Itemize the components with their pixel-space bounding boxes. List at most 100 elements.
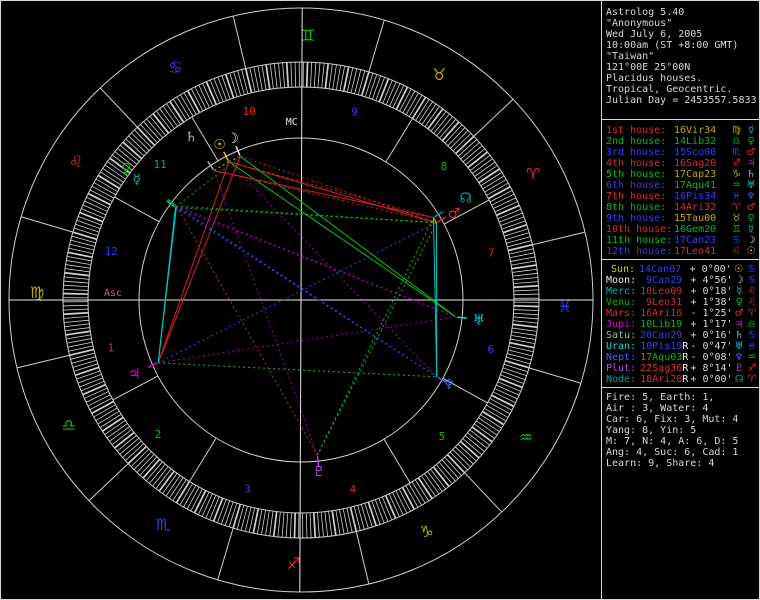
chart-coords: 121°00E 25°00N bbox=[606, 62, 691, 73]
ruler-glyph: ♅ bbox=[746, 180, 756, 191]
planet-position: 16Ari16 bbox=[640, 308, 683, 319]
planet-latitude: - 1°25' bbox=[690, 308, 733, 319]
sign-glyph-scorpio: ♏ bbox=[156, 515, 170, 534]
sign-glyph: ♒ bbox=[747, 352, 757, 363]
ruler-glyph: ♄ bbox=[746, 169, 756, 180]
angle-labels: MC Asc bbox=[104, 117, 305, 304]
planet-row: Venu: 9Leo31 + 1°38' ♀ ♌ bbox=[606, 297, 758, 308]
planet-row: Sun: 14Can07 + 0°00' ☉ ♋ bbox=[606, 264, 758, 275]
planet-latitude: + 4°56' bbox=[690, 275, 733, 286]
ruler-glyph: ♃ bbox=[746, 158, 756, 169]
sign-glyph: ♓ bbox=[732, 191, 741, 202]
sign-glyph-sagittarius: ♐ bbox=[287, 554, 301, 573]
ruler-glyph: ♆ bbox=[746, 191, 756, 202]
planet-latitude: + 0°16' bbox=[690, 330, 733, 341]
house-number-12: 12 bbox=[105, 245, 118, 258]
planet-latitude: - 0°47' bbox=[690, 341, 733, 352]
sign-glyph: ♉ bbox=[732, 213, 741, 224]
summary-line: Yang: 8, Yin: 5 bbox=[606, 425, 697, 436]
summary-line: Learn: 9, Share: 4 bbox=[606, 458, 715, 469]
retrograde-flag: R bbox=[682, 352, 689, 363]
sign-glyph: ♈ bbox=[732, 202, 741, 213]
divider bbox=[602, 119, 759, 120]
sign-glyph-libra: ♎ bbox=[62, 416, 76, 435]
ruler-glyph: ☿ bbox=[747, 224, 755, 235]
house-cusp-value: 14Ari32 bbox=[674, 202, 717, 213]
ruler-glyph: ♂ bbox=[746, 202, 756, 213]
planet-row: Jupi: 10Lib19 + 1°17' ♃ ♎ bbox=[606, 319, 758, 330]
house-cusp-value: 16Sag20 bbox=[674, 158, 717, 169]
planet-row: Plut: 22Sag36 R + 8°14' ♇ ♐ bbox=[606, 363, 758, 374]
sign-glyph: ♋ bbox=[747, 330, 757, 341]
planet-glyph-uranus: ♅ bbox=[473, 312, 486, 328]
planet-glyph: ☊ bbox=[734, 374, 744, 385]
planet-position: 10Lib19 bbox=[640, 319, 683, 330]
chart-date: Wed July 6, 2005 bbox=[606, 29, 703, 40]
planet-latitude: + 1°17' bbox=[690, 319, 733, 330]
planet-glyph-node: ☊ bbox=[459, 190, 471, 206]
chart-time: 10:00am (ST +8:00 GMT) bbox=[606, 40, 739, 51]
planet-position: 14Can07 bbox=[639, 264, 682, 275]
planet-glyph: ☽ bbox=[734, 275, 744, 286]
planet-row: Nept: 17Aqu03 R - 0°08' ♆ ♒ bbox=[606, 352, 758, 363]
julian-day: Julian Day = 2453557.5833 bbox=[606, 95, 757, 106]
house-label: 8th house: bbox=[606, 202, 667, 213]
planet-glyph-neptune: ♆ bbox=[443, 377, 456, 393]
house-row: 10th house: 16Gem20 ♊ ☿ bbox=[606, 224, 758, 235]
planet-position: 17Aqu03 bbox=[640, 352, 683, 363]
mc-label: MC bbox=[286, 117, 298, 128]
ruler-glyph: ♂ bbox=[746, 147, 756, 158]
zodiac-type: Tropical, Geocentric. bbox=[606, 84, 733, 95]
planet-label: Venu: bbox=[606, 297, 637, 308]
chart-place: "Taiwan" bbox=[606, 51, 655, 62]
house-row: 6th house: 17Aqu41 ♒ ♅ bbox=[606, 180, 758, 191]
house-cusp-value: 17Cap23 bbox=[674, 169, 717, 180]
planet-row: Moon: 9Can29 + 4°56' ☽ ♋ bbox=[606, 275, 758, 286]
sign-glyph: ♋ bbox=[732, 235, 741, 246]
sign-glyph-taurus: ♉ bbox=[432, 65, 446, 84]
planet-position: 22Sag36 bbox=[640, 363, 683, 374]
sign-glyph: ♐ bbox=[732, 158, 741, 169]
astrolog-window: ♈ ♉ ♊ ♋ ♌ ♍ ♎ ♏ ♐ ♑ ♒ ♓ 1 2 3 4 5 6 7 8 9 10 11 12 ☉ ☽ ☿ ♀ ♂ ♃ ♄ ♅ ♆ ♇ ☊ MC… bbox=[0, 0, 760, 600]
sign-glyph-capricorn: ♑ bbox=[420, 522, 434, 541]
sign-glyph: ♋ bbox=[747, 264, 757, 275]
planet-row: Node: 18Ari28 R + 0°00' ☊ ♈ bbox=[606, 374, 758, 385]
planet-row: Satu: 20Can29 + 0°16' ♄ ♋ bbox=[606, 330, 758, 341]
house-label: 10th house: bbox=[606, 224, 673, 235]
house-cusp-list: 1st house: 16Vir34 ♍ ☿ 2nd house: 14Lib32 ♎ ♀ 3r… bbox=[606, 125, 758, 257]
planet-latitude: - 0°08' bbox=[690, 352, 733, 363]
summary-line: Air : 3, Water: 4 bbox=[606, 403, 709, 414]
summary-line: Ang: 4, Suc: 6, Cad: 1 bbox=[606, 447, 739, 458]
house-cusp-value: 16Gem20 bbox=[674, 224, 717, 235]
planet-glyph: ♀ bbox=[735, 297, 743, 308]
planet-latitude: + 0°00' bbox=[690, 374, 733, 385]
summary-line: M: 7, N: 4, A: 6, D: 5 bbox=[606, 436, 739, 447]
planet-glyph: ☉ bbox=[734, 264, 743, 275]
divider bbox=[602, 387, 759, 388]
planet-list: Sun: 14Can07 + 0°00' ☉ ♋ Moon: 9Can29 + 4°56' ☽… bbox=[606, 264, 758, 385]
house-number-3: 3 bbox=[244, 483, 251, 496]
house-system: Placidus houses. bbox=[606, 73, 703, 84]
ruler-glyph: ☽ bbox=[746, 235, 756, 246]
house-label: 6th house: bbox=[606, 180, 667, 191]
house-number-5: 5 bbox=[439, 430, 446, 443]
house-row: 2nd house: 14Lib32 ♎ ♀ bbox=[606, 136, 758, 147]
house-cusp-value: 14Lib32 bbox=[674, 136, 717, 147]
summary-line: Fire: 5, Earth: 1, bbox=[606, 392, 715, 403]
planet-glyph-venus: ♀ bbox=[121, 161, 131, 177]
house-number-10: 10 bbox=[243, 105, 256, 118]
house-cusp-value: 17Aqu41 bbox=[674, 180, 717, 191]
planet-glyph-jupiter: ♃ bbox=[128, 366, 141, 382]
planet-label: Mars: bbox=[606, 308, 637, 319]
planet-label: Nept: bbox=[606, 352, 637, 363]
planet-latitude: + 0°18' bbox=[690, 286, 733, 297]
house-row: 8th house: 14Ari32 ♈ ♂ bbox=[606, 202, 758, 213]
house-row: 12th house: 17Leo41 ♌ ☉ bbox=[606, 246, 758, 257]
sign-glyph: ♌ bbox=[732, 246, 741, 257]
house-cusp-value: 16Pis34 bbox=[674, 191, 717, 202]
house-label: 12th house: bbox=[606, 246, 673, 257]
sign-glyph: ♐ bbox=[747, 363, 757, 374]
info-sidebar: Astrolog 5.40 "Anonymous" Wed July 6, 20… bbox=[601, 1, 759, 599]
house-cusp-value: 15Tau00 bbox=[674, 213, 717, 224]
house-number-2: 2 bbox=[155, 428, 162, 441]
